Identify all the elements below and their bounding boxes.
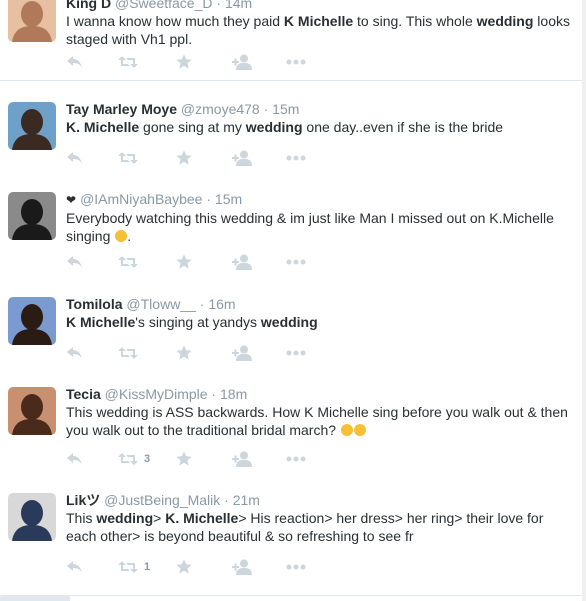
reply-icon[interactable] bbox=[66, 343, 84, 363]
tweet-timestamp[interactable]: 14m bbox=[225, 0, 252, 11]
tweet-header: Tecia @KissMyDimple · 18m bbox=[66, 385, 574, 403]
star-icon[interactable] bbox=[176, 449, 192, 469]
star-icon[interactable] bbox=[176, 557, 192, 577]
tweet[interactable]: Tecia @KissMyDimple · 18m This wedding is… bbox=[0, 375, 582, 482]
tweet-header: Tay Marley Moye @zmoye478 · 15m bbox=[66, 100, 574, 118]
tweet-text: K. Michelle gone sing at my wedding one … bbox=[66, 119, 504, 135]
user-fullname[interactable]: Tomilola bbox=[66, 296, 123, 312]
follow-icon[interactable] bbox=[232, 148, 252, 168]
star-icon[interactable] bbox=[176, 343, 192, 363]
avatar[interactable] bbox=[8, 493, 56, 541]
tweet[interactable]: ❤ @IAmNiyahBaybee · 15m Everybody watching… bbox=[0, 180, 582, 284]
tweet-text: K Michelle's singing at yandys wedding bbox=[66, 314, 318, 330]
more-icon[interactable] bbox=[286, 52, 306, 72]
emoji-icon bbox=[340, 424, 353, 436]
retweet-count: 3 bbox=[144, 453, 151, 465]
user-fullname[interactable]: Tecia bbox=[66, 386, 101, 402]
retweet-count: 1 bbox=[144, 561, 151, 573]
tweet-timestamp[interactable]: 15m bbox=[272, 101, 299, 117]
tweet[interactable]: Tay Marley Moye @zmoye478 · 15m K. Michel… bbox=[0, 88, 582, 181]
more-icon[interactable] bbox=[286, 343, 306, 363]
more-icon[interactable] bbox=[286, 252, 306, 272]
follow-icon[interactable] bbox=[232, 449, 252, 469]
avatar[interactable] bbox=[8, 0, 56, 42]
user-fullname[interactable]: Likツ bbox=[66, 492, 100, 508]
more-icon[interactable] bbox=[286, 557, 306, 577]
separator: · bbox=[195, 296, 209, 312]
avatar[interactable] bbox=[8, 102, 56, 150]
tweet[interactable]: King D @Sweetface_D · 14m I wanna know ho… bbox=[0, 0, 582, 81]
tweet-text: This wedding is ASS backwards. How K Mic… bbox=[66, 404, 568, 438]
user-fullname[interactable]: Tay Marley Moye bbox=[66, 101, 177, 117]
bottom-tab[interactable] bbox=[0, 595, 70, 601]
retweet-icon[interactable] bbox=[118, 52, 138, 72]
tweet-header: Tomilola @Tloww__ · 16m bbox=[66, 295, 574, 313]
tweet-timestamp[interactable]: 18m bbox=[220, 386, 247, 402]
separator: · bbox=[212, 0, 225, 11]
tweet-timeline: King D @Sweetface_D · 14m I wanna know ho… bbox=[0, 0, 582, 601]
tweet-header: ❤ @IAmNiyahBaybee · 15m bbox=[66, 190, 574, 209]
user-handle[interactable]: @Sweetface_D bbox=[115, 0, 212, 11]
star-icon[interactable] bbox=[176, 52, 192, 72]
heart-icon: ❤ bbox=[66, 193, 77, 207]
follow-icon[interactable] bbox=[232, 557, 252, 577]
tweet-text: Everybody watching this wedding & im jus… bbox=[66, 210, 554, 244]
reply-icon[interactable] bbox=[66, 52, 84, 72]
user-handle[interactable]: @Tloww__ bbox=[126, 296, 195, 312]
tweet[interactable]: Tomilola @Tloww__ · 16m K Michelle's sing… bbox=[0, 283, 582, 376]
star-icon[interactable] bbox=[176, 252, 192, 272]
user-handle[interactable]: @IAmNiyahBaybee bbox=[80, 191, 202, 207]
more-icon[interactable] bbox=[286, 449, 306, 469]
tweet[interactable]: Likツ @JustBeing_Malik · 21m This wedding>… bbox=[0, 481, 582, 596]
retweet-icon[interactable]: 3 bbox=[118, 449, 150, 469]
tweet-timestamp[interactable]: 15m bbox=[215, 191, 242, 207]
reply-icon[interactable] bbox=[66, 557, 84, 577]
emoji-icon bbox=[115, 230, 128, 242]
retweet-icon[interactable]: 1 bbox=[118, 557, 150, 577]
retweet-icon[interactable] bbox=[118, 148, 138, 168]
user-fullname[interactable]: King D bbox=[66, 0, 111, 11]
tweet-header: King D @Sweetface_D · 14m bbox=[66, 0, 574, 12]
reply-icon[interactable] bbox=[66, 449, 84, 469]
user-handle[interactable]: @zmoye478 bbox=[181, 101, 260, 117]
tweet-text: This wedding> K. Michelle> His reaction>… bbox=[66, 510, 544, 544]
emoji-icon bbox=[353, 424, 366, 436]
tweet-timestamp[interactable]: 21m bbox=[233, 492, 260, 508]
tweet-header: Likツ @JustBeing_Malik · 21m bbox=[66, 491, 574, 509]
reply-icon[interactable] bbox=[66, 252, 84, 272]
avatar[interactable] bbox=[8, 387, 56, 435]
tweet-text: I wanna know how much they paid K Michel… bbox=[66, 13, 570, 47]
avatar[interactable] bbox=[8, 297, 56, 345]
follow-icon[interactable] bbox=[232, 52, 252, 72]
follow-icon[interactable] bbox=[232, 343, 252, 363]
more-icon[interactable] bbox=[286, 148, 306, 168]
user-handle[interactable]: @KissMyDimple bbox=[105, 386, 208, 402]
reply-icon[interactable] bbox=[66, 148, 84, 168]
scrollbar[interactable] bbox=[582, 0, 586, 601]
separator: · bbox=[207, 386, 220, 402]
tweet-timestamp[interactable]: 16m bbox=[208, 296, 235, 312]
separator: · bbox=[259, 101, 273, 117]
retweet-icon[interactable] bbox=[118, 343, 138, 363]
retweet-icon[interactable] bbox=[118, 252, 138, 272]
follow-icon[interactable] bbox=[232, 252, 252, 272]
user-handle[interactable]: @JustBeing_Malik bbox=[104, 492, 220, 508]
star-icon[interactable] bbox=[176, 148, 192, 168]
separator: · bbox=[220, 492, 233, 508]
avatar[interactable] bbox=[8, 192, 56, 240]
separator: · bbox=[202, 191, 215, 207]
